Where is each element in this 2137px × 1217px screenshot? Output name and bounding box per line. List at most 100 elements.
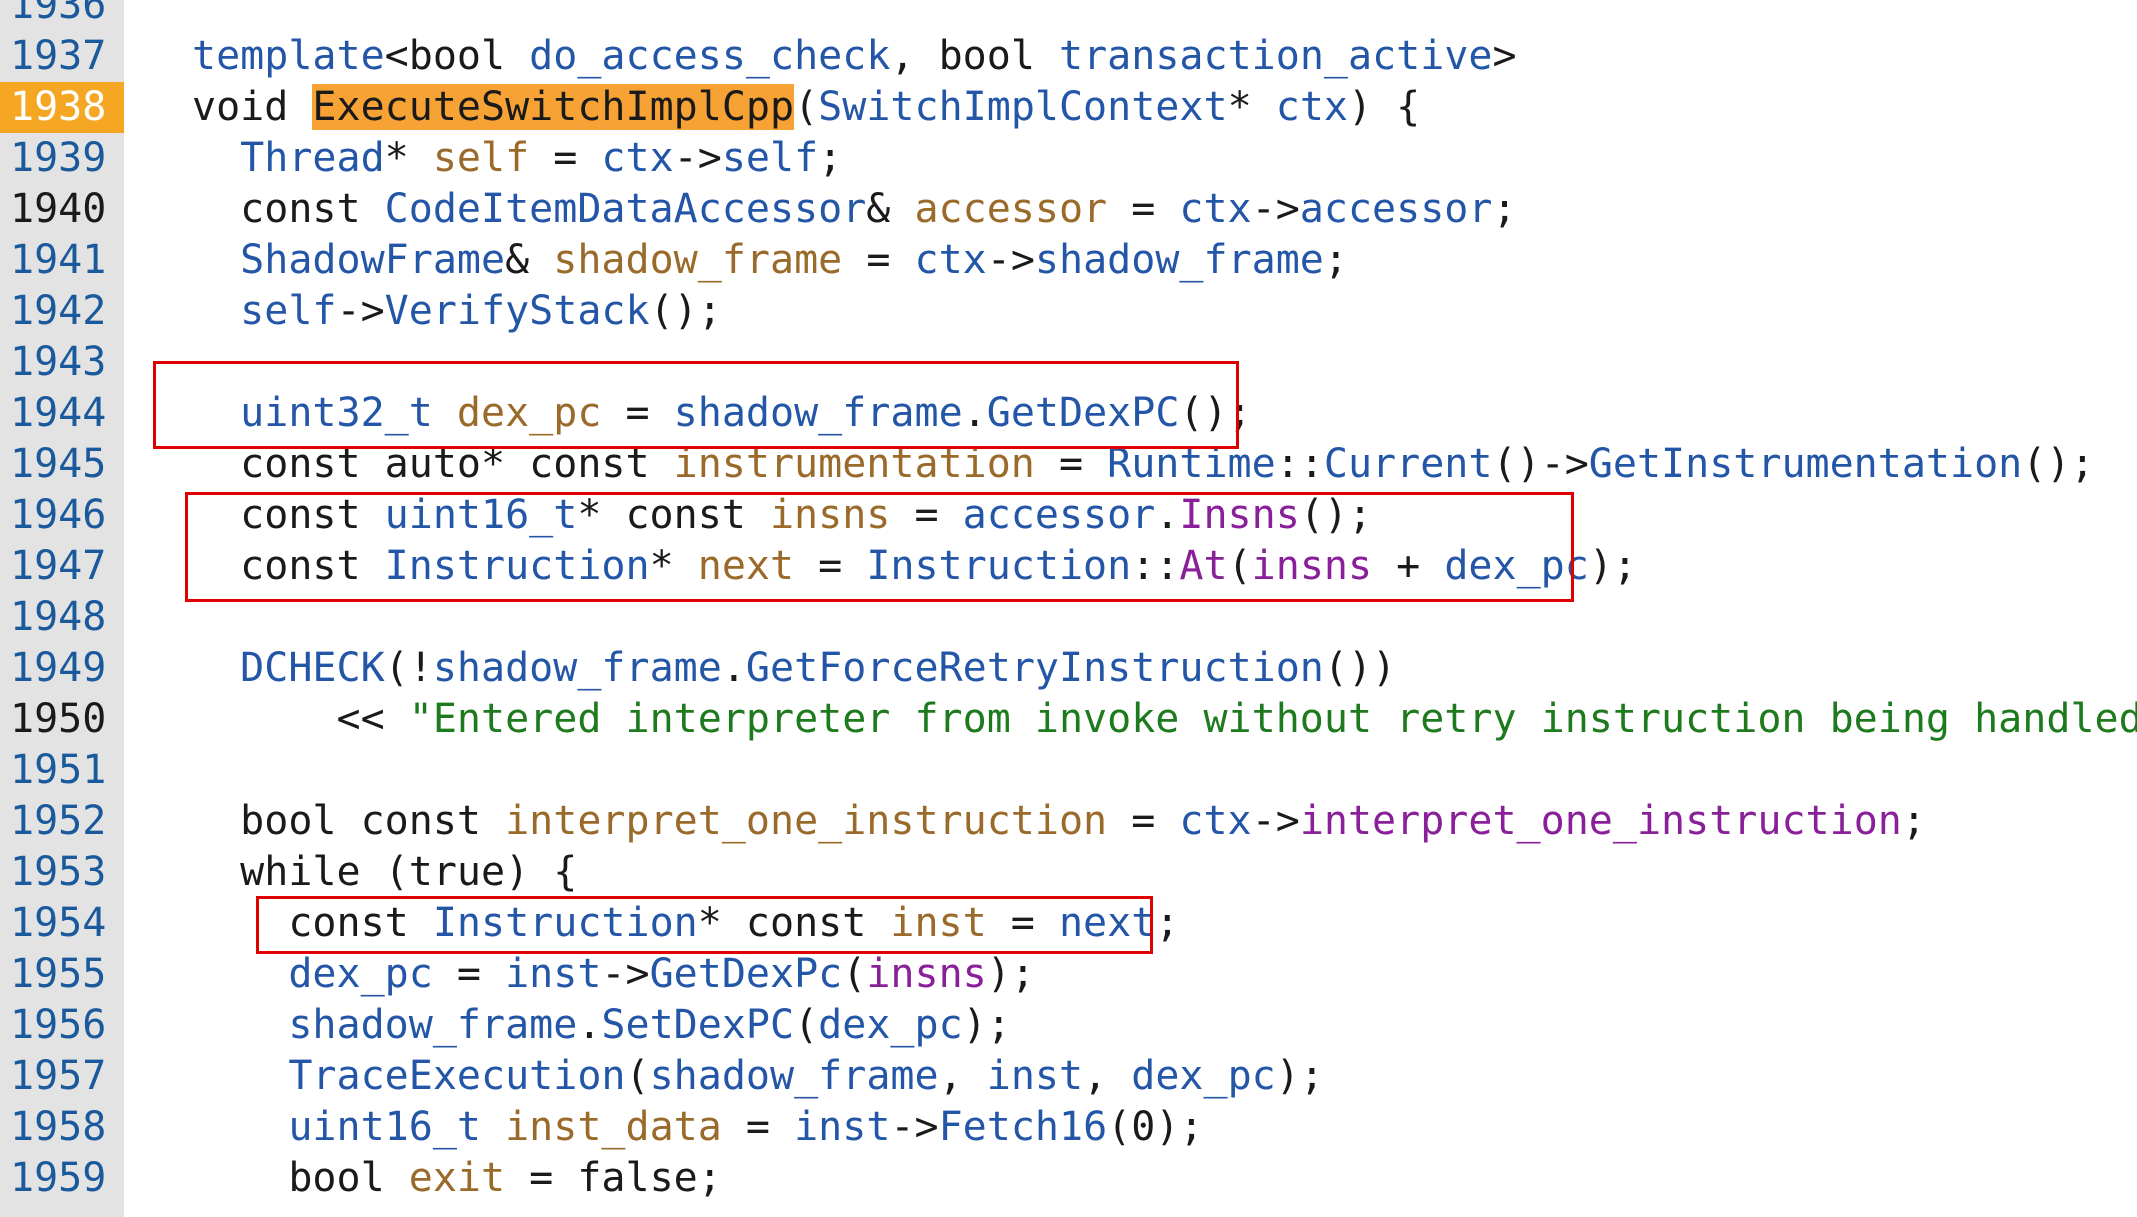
code-token: & bbox=[505, 237, 554, 283]
code-token: SwitchImplContext bbox=[818, 84, 1228, 130]
code-line[interactable]: 1949 DCHECK(!shadow_frame.GetForceRetryI… bbox=[0, 643, 2137, 694]
code-line[interactable]: 1950 << "Entered interpreter from invoke… bbox=[0, 694, 2137, 745]
code-token: ; bbox=[1901, 798, 1926, 844]
code-token: , bbox=[890, 33, 939, 79]
line-number: 1938 bbox=[0, 82, 124, 133]
code-line[interactable]: 1959 bool exit = false; bbox=[0, 1153, 2137, 1204]
code-token: void bbox=[192, 84, 289, 130]
code-token: exit bbox=[408, 1155, 506, 1201]
code-token: -> bbox=[890, 1104, 939, 1150]
code-token: ( bbox=[625, 1053, 650, 1099]
line-number: 1940 bbox=[10, 186, 107, 232]
code-line[interactable]: 1958 uint16_t inst_data = inst->Fetch16(… bbox=[0, 1102, 2137, 1153]
code-token: interpret_one_instruction bbox=[505, 798, 1108, 844]
code-text: while (true) { bbox=[192, 847, 577, 898]
code-token: -> bbox=[673, 135, 722, 181]
code-text: Thread* self = ctx->self; bbox=[192, 133, 842, 184]
code-token: & bbox=[866, 186, 915, 232]
code-token: CodeItemDataAccessor bbox=[384, 186, 867, 232]
code-token: TraceExecution bbox=[288, 1053, 626, 1099]
code-line[interactable]: 1951 bbox=[0, 745, 2137, 796]
code-token: shadow_frame bbox=[649, 1053, 939, 1099]
code-token: -> bbox=[1251, 798, 1300, 844]
code-token: -> bbox=[986, 237, 1035, 283]
code-token: (0); bbox=[1107, 1104, 1204, 1150]
code-token: dex_pc bbox=[1131, 1053, 1276, 1099]
code-line[interactable]: 1952 bool const interpret_one_instructio… bbox=[0, 796, 2137, 847]
code-token: , bbox=[1083, 1053, 1132, 1099]
line-number: 1949 bbox=[10, 645, 107, 691]
line-number: 1957 bbox=[10, 1053, 107, 1099]
code-token: inst bbox=[505, 951, 602, 997]
code-line[interactable]: 1953 while (true) { bbox=[0, 847, 2137, 898]
search-highlight: ExecuteSwitchImplCpp bbox=[312, 84, 795, 130]
code-token: GetForceRetryInstruction bbox=[745, 645, 1324, 691]
line-number: 1956 bbox=[10, 1002, 107, 1048]
code-line[interactable]: 1936 bbox=[0, 0, 2137, 31]
code-line[interactable]: 1957 TraceExecution(shadow_frame, inst, … bbox=[0, 1051, 2137, 1102]
code-line[interactable]: 1938 void ExecuteSwitchImplCpp(SwitchImpl… bbox=[0, 82, 2137, 133]
line-number: 1944 bbox=[10, 390, 107, 436]
code-token: << bbox=[192, 696, 409, 742]
code-token: :: bbox=[1275, 441, 1324, 487]
code-line[interactable]: 1941 ShadowFrame& shadow_frame = ctx->sh… bbox=[0, 235, 2137, 286]
line-number: 1943 bbox=[10, 339, 107, 385]
code-text: bool exit = false; bbox=[192, 1153, 722, 1204]
code-token: DCHECK bbox=[240, 645, 385, 691]
code-token: inst bbox=[986, 1053, 1084, 1099]
code-token: ( bbox=[842, 951, 867, 997]
code-token: ctx bbox=[1275, 84, 1348, 130]
line-number: 1937 bbox=[10, 33, 107, 79]
code-text: const CodeItemDataAccessor& accessor = c… bbox=[192, 184, 1516, 235]
code-token: ); bbox=[962, 1002, 1011, 1048]
line-number: 1942 bbox=[10, 288, 107, 334]
code-token: Fetch16 bbox=[938, 1104, 1108, 1150]
code-line[interactable]: 1956 shadow_frame.SetDexPC(dex_pc); bbox=[0, 1000, 2137, 1051]
code-text: ShadowFrame& shadow_frame = ctx->shadow_… bbox=[192, 235, 1348, 286]
code-text: << "Entered interpreter from invoke with… bbox=[192, 694, 2137, 745]
highlight-box-insns-next bbox=[185, 492, 1574, 602]
code-line[interactable]: 1955 dex_pc = inst->GetDexPc(insns); bbox=[0, 949, 2137, 1000]
code-line[interactable]: 1937 template<bool do_access_check, bool … bbox=[0, 31, 2137, 82]
line-number: 1953 bbox=[10, 849, 107, 895]
line-number: 1959 bbox=[10, 1155, 107, 1201]
code-token: = bbox=[1107, 186, 1180, 232]
code-token: self bbox=[432, 135, 530, 181]
code-token: do_access_check bbox=[529, 33, 891, 79]
code-token: > bbox=[1492, 33, 1517, 79]
code-token: = bbox=[1107, 798, 1180, 844]
code-token: Thread bbox=[240, 135, 385, 181]
code-token: ; bbox=[1323, 237, 1348, 283]
code-token: shadow_frame bbox=[288, 1002, 578, 1048]
code-token: ); bbox=[986, 951, 1035, 997]
line-number: 1955 bbox=[10, 951, 107, 997]
line-number: 1946 bbox=[10, 492, 107, 538]
code-line[interactable]: 1939 Thread* self = ctx->self; bbox=[0, 133, 2137, 184]
code-line[interactable]: 1940 const CodeItemDataAccessor& accesso… bbox=[0, 184, 2137, 235]
code-token: inst_data bbox=[505, 1104, 722, 1150]
code-token: -> bbox=[336, 288, 385, 334]
code-token: GetDexPc bbox=[649, 951, 843, 997]
code-text: bool const interpret_one_instruction = c… bbox=[192, 796, 1926, 847]
code-token: dex_pc bbox=[288, 951, 433, 997]
code-token: ctx bbox=[1179, 798, 1252, 844]
line-number: 1941 bbox=[10, 237, 107, 283]
code-token: ShadowFrame bbox=[240, 237, 506, 283]
code-token: transaction_active bbox=[1059, 33, 1493, 79]
code-token: ()-> bbox=[1492, 441, 1589, 487]
code-editor[interactable]: 1936 1937 template<bool do_access_check, b… bbox=[0, 0, 2137, 1217]
code-token: "Entered interpreter from invoke without… bbox=[408, 696, 2137, 742]
code-token: bool const bbox=[192, 798, 506, 844]
code-token: self bbox=[240, 288, 337, 334]
code-text: dex_pc = inst->GetDexPc(insns); bbox=[192, 949, 1035, 1000]
code-line[interactable]: 1942 self->VerifyStack(); bbox=[0, 286, 2137, 337]
highlight-box-inst bbox=[256, 896, 1153, 954]
code-text: TraceExecution(shadow_frame, inst, dex_p… bbox=[192, 1051, 1324, 1102]
code-token: GetInstrumentation bbox=[1588, 441, 2023, 487]
code-token: const bbox=[192, 186, 385, 232]
code-token: ctx bbox=[601, 135, 674, 181]
